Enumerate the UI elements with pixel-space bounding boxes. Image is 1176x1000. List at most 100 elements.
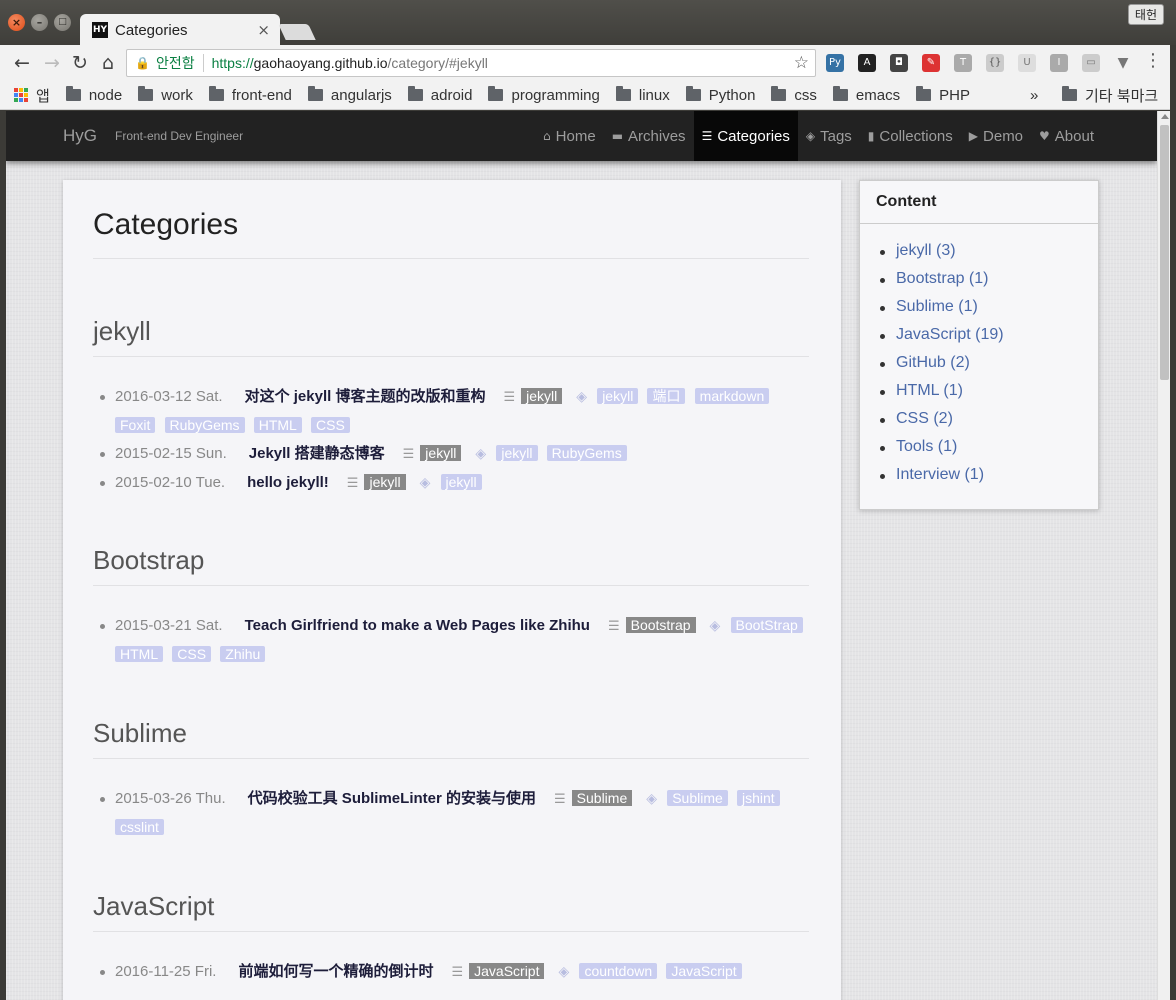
- bookmark-folder[interactable]: Python: [685, 86, 755, 104]
- post-tag-badge[interactable]: RubyGems: [546, 445, 627, 461]
- post-tag-badge[interactable]: jekyll: [597, 388, 639, 404]
- post-title-link[interactable]: Teach Girlfriend to make a Web Pages lik…: [245, 617, 590, 634]
- bookmark-star-icon[interactable]: ☆: [794, 53, 809, 73]
- sidebar-link[interactable]: Tools (1): [896, 438, 957, 455]
- address-bar[interactable]: 🔒 안전함 https://gaohaoyang.github.io/categ…: [126, 49, 816, 77]
- nav-tags[interactable]: ◈ Tags: [798, 111, 860, 161]
- bookmark-folder[interactable]: programming: [488, 86, 600, 104]
- bookmarks-overflow-button[interactable]: »: [1030, 87, 1038, 104]
- json-extension-icon[interactable]: {}: [986, 54, 1004, 72]
- window-titlebar: × – □ HY Categories × 태헌: [0, 0, 1176, 46]
- scroll-thumb[interactable]: [1160, 125, 1169, 380]
- post-list: 2016-11-25 Fri. 前端如何写一个精确的倒计时 ☰ JavaScript ◈…: [93, 958, 809, 987]
- nav-label: About: [1054, 127, 1094, 145]
- category-heading: Bootstrap: [93, 545, 205, 575]
- post-tag-badge[interactable]: countdown: [579, 963, 658, 979]
- post-tag-badge[interactable]: JavaScript: [666, 963, 742, 979]
- bookmark-folder[interactable]: linux: [615, 86, 670, 104]
- sidebar-link[interactable]: Sublime (1): [896, 298, 978, 315]
- bookmark-folder[interactable]: angularjs: [307, 86, 392, 104]
- post-title-link[interactable]: 对这个 jekyll 博客主题的改版和重构: [245, 388, 486, 405]
- sidebar-link[interactable]: HTML (1): [896, 382, 963, 399]
- bookmark-folder[interactable]: work: [138, 86, 193, 104]
- bookmark-other[interactable]: 기타 북마크: [1062, 85, 1158, 106]
- nav-home[interactable]: ⌂ Home: [535, 111, 604, 161]
- post-tag-badge[interactable]: Sublime: [667, 790, 728, 806]
- post-tag-badge[interactable]: Foxit: [115, 417, 156, 433]
- folder-icon: [685, 86, 701, 101]
- nav-collections[interactable]: ▮ Collections: [860, 111, 961, 161]
- nav-demo[interactable]: ▶ Demo: [961, 111, 1031, 161]
- bookmark-folder[interactable]: css: [771, 86, 817, 104]
- back-arrow-icon[interactable]: ←: [10, 51, 34, 75]
- bookmark-folder[interactable]: emacs: [832, 86, 900, 104]
- nav-about[interactable]: ♥ About: [1031, 111, 1102, 161]
- post-title-link[interactable]: Jekyll 搭建静态博客: [249, 445, 385, 462]
- post-category-badge[interactable]: jekyll: [364, 474, 406, 490]
- tab-close-icon[interactable]: ×: [257, 21, 270, 39]
- post-category-badge[interactable]: jekyll: [420, 445, 462, 461]
- post-tag-badge[interactable]: jekyll: [440, 474, 482, 490]
- bookmark-folder[interactable]: front-end: [208, 86, 292, 104]
- bookmark-folder[interactable]: PHP: [916, 86, 970, 104]
- sidebar-link[interactable]: Bootstrap (1): [896, 270, 988, 287]
- page-viewport: HyG Front-end Dev Engineer ⌂ Home ▬ Archive…: [6, 111, 1157, 1000]
- vue-extension-icon[interactable]: ▼: [1114, 54, 1132, 72]
- post-tag-badge[interactable]: HTML: [253, 417, 302, 433]
- post-tag-badge[interactable]: jekyll: [496, 445, 538, 461]
- window-maximize-icon[interactable]: □: [54, 14, 71, 31]
- post-tag-badge[interactable]: Zhihu: [220, 646, 266, 662]
- browser-tab[interactable]: HY Categories ×: [80, 14, 280, 46]
- reader-extension-icon[interactable]: I: [1050, 54, 1068, 72]
- reload-icon[interactable]: ↻: [68, 51, 92, 75]
- post-tag-badge[interactable]: csslint: [115, 819, 164, 835]
- play-icon: ▶: [968, 129, 979, 143]
- nav-categories[interactable]: ☰ Categories: [693, 111, 798, 161]
- translate-extension-icon[interactable]: A: [858, 54, 876, 72]
- category-list-icon: ☰: [503, 390, 516, 405]
- post-category-badge[interactable]: Sublime: [571, 790, 633, 806]
- post-title-link[interactable]: hello jekyll!: [247, 474, 329, 491]
- text-extension-icon[interactable]: T: [954, 54, 972, 72]
- page-scrollbar[interactable]: [1157, 111, 1170, 1000]
- post-tag-badge[interactable]: RubyGems: [164, 417, 245, 433]
- post-title-link[interactable]: 前端如何写一个精确的倒计时: [238, 963, 433, 980]
- sidebar-link[interactable]: jekyll (3): [896, 242, 956, 259]
- nav-archives[interactable]: ▬ Archives: [604, 111, 694, 161]
- post-category-badge[interactable]: jekyll: [521, 388, 563, 404]
- post-category-badge[interactable]: JavaScript: [469, 963, 545, 979]
- bookmark-folder[interactable]: node: [65, 86, 122, 104]
- post-title-link[interactable]: 代码校验工具 SublimeLinter 的安装与使用: [248, 790, 536, 807]
- bookmark-apps[interactable]: 앱: [14, 85, 50, 106]
- sidebar-link[interactable]: GitHub (2): [896, 354, 970, 371]
- folder-icon: [307, 86, 323, 101]
- new-tab-button[interactable]: [278, 24, 316, 40]
- window-minimize-icon[interactable]: –: [31, 14, 48, 31]
- python-extension-icon[interactable]: Py: [826, 54, 844, 72]
- post-tag-badge[interactable]: 端口: [647, 388, 686, 404]
- screenshot-extension-icon[interactable]: ▭: [1082, 54, 1100, 72]
- sidebar-link[interactable]: Interview (1): [896, 466, 984, 483]
- window-close-icon[interactable]: ×: [8, 14, 25, 31]
- post-category-badge[interactable]: Bootstrap: [625, 617, 696, 633]
- post-tag-badge[interactable]: markdown: [694, 388, 770, 404]
- extension-icon[interactable]: ◘: [890, 54, 908, 72]
- category-section: Sublime 2015-03-26 Thu. 代码校验工具 SublimeLint…: [93, 718, 809, 842]
- evernote-extension-icon[interactable]: ✎: [922, 54, 940, 72]
- forward-arrow-icon[interactable]: →: [40, 51, 64, 75]
- post-tag-badge[interactable]: CSS: [311, 417, 350, 433]
- category-list-icon: ☰: [607, 619, 620, 634]
- post-tag-badge[interactable]: jshint: [736, 790, 780, 806]
- site-brand[interactable]: HyG: [63, 126, 97, 146]
- sidebar-link[interactable]: JavaScript (19): [896, 326, 1004, 343]
- ime-indicator[interactable]: 태헌: [1127, 4, 1164, 25]
- ua-extension-icon[interactable]: U: [1018, 54, 1036, 72]
- sidebar-link[interactable]: CSS (2): [896, 410, 953, 427]
- post-tag-badge[interactable]: CSS: [172, 646, 212, 662]
- menu-icon[interactable]: ⋮: [1144, 50, 1162, 71]
- scroll-up-arrow-icon[interactable]: [1161, 114, 1169, 119]
- home-button-icon[interactable]: ⌂: [96, 51, 120, 75]
- post-tag-badge[interactable]: HTML: [115, 646, 164, 662]
- bookmark-folder[interactable]: adroid: [407, 86, 472, 104]
- post-tag-badge[interactable]: BootStrap: [730, 617, 803, 633]
